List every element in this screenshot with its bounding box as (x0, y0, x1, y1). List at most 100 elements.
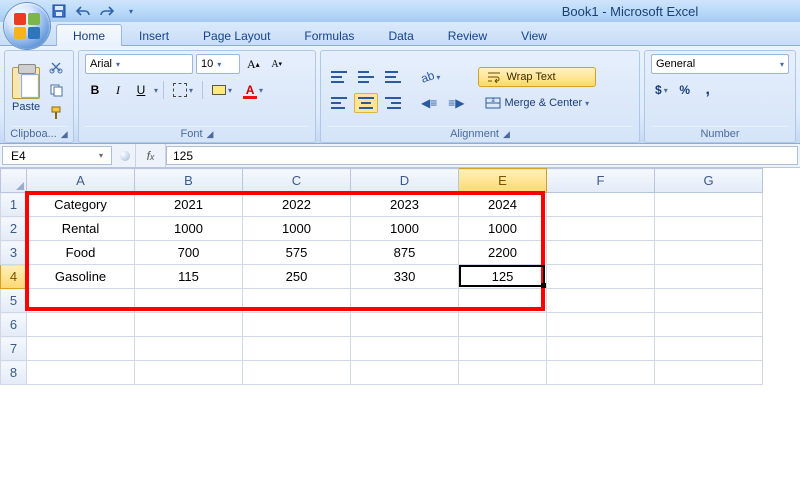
paste-button[interactable]: Paste (11, 55, 41, 125)
row-header-5[interactable]: 5 (1, 289, 27, 313)
cell-A3[interactable]: Food (27, 241, 135, 265)
cell-D1[interactable]: 2023 (351, 193, 459, 217)
cell-E2[interactable]: 1000 (459, 217, 547, 241)
undo-button[interactable] (74, 2, 92, 20)
column-header-A[interactable]: A (27, 169, 135, 193)
currency-button[interactable]: $▾ (651, 80, 672, 100)
save-button[interactable] (50, 2, 68, 20)
cell-F4[interactable] (547, 265, 655, 289)
cell-E8[interactable] (459, 361, 547, 385)
tab-data[interactable]: Data (371, 24, 430, 46)
cell-C4[interactable]: 250 (243, 265, 351, 289)
italic-button[interactable]: I (108, 80, 128, 100)
namebox-dropdown[interactable] (114, 144, 136, 167)
cell-C6[interactable] (243, 313, 351, 337)
align-center-button[interactable] (354, 93, 378, 113)
tab-view[interactable]: View (504, 24, 564, 46)
wrap-text-button[interactable]: Wrap Text (478, 67, 596, 87)
select-all-corner[interactable] (1, 169, 27, 193)
column-header-G[interactable]: G (655, 169, 763, 193)
number-format-selector[interactable]: General▾ (651, 54, 789, 74)
tab-formulas[interactable]: Formulas (287, 24, 371, 46)
cell-A6[interactable] (27, 313, 135, 337)
name-box[interactable]: E4 ▾ (2, 146, 112, 165)
merge-center-button[interactable]: a Merge & Center ▾ (478, 93, 596, 113)
column-header-B[interactable]: B (135, 169, 243, 193)
tab-page-layout[interactable]: Page Layout (186, 24, 287, 46)
font-color-button[interactable]: A▾ (239, 80, 267, 100)
redo-button[interactable] (98, 2, 116, 20)
cell-B5[interactable] (135, 289, 243, 313)
percent-button[interactable]: % (675, 80, 695, 100)
underline-button[interactable]: U (131, 80, 151, 100)
column-header-D[interactable]: D (351, 169, 459, 193)
align-top-button[interactable] (327, 67, 351, 87)
decrease-indent-button[interactable]: ◀≡ (417, 93, 441, 113)
tab-insert[interactable]: Insert (122, 24, 186, 46)
office-button[interactable] (4, 3, 50, 49)
cell-G6[interactable] (655, 313, 763, 337)
cell-G1[interactable] (655, 193, 763, 217)
cell-C8[interactable] (243, 361, 351, 385)
borders-button[interactable]: ▾ (169, 80, 197, 100)
cut-button[interactable] (45, 57, 67, 77)
cell-B1[interactable]: 2021 (135, 193, 243, 217)
shrink-font-button[interactable]: A▾ (267, 54, 287, 74)
align-bottom-button[interactable] (381, 67, 405, 87)
cell-E5[interactable] (459, 289, 547, 313)
font-size-selector[interactable]: 10▾ (196, 54, 240, 74)
cell-G3[interactable] (655, 241, 763, 265)
cell-D8[interactable] (351, 361, 459, 385)
cell-F5[interactable] (547, 289, 655, 313)
font-family-selector[interactable]: Arial▾ (85, 54, 193, 74)
cell-F8[interactable] (547, 361, 655, 385)
align-right-button[interactable] (381, 93, 405, 113)
alignment-dialog-launcher[interactable]: ◢ (503, 129, 510, 140)
cell-E1[interactable]: 2024 (459, 193, 547, 217)
tab-review[interactable]: Review (431, 24, 504, 46)
cell-G2[interactable] (655, 217, 763, 241)
cell-F1[interactable] (547, 193, 655, 217)
format-painter-button[interactable] (45, 103, 67, 123)
cell-F7[interactable] (547, 337, 655, 361)
cell-G4[interactable] (655, 265, 763, 289)
tab-home[interactable]: Home (56, 24, 122, 46)
row-header-4[interactable]: 4 (1, 265, 27, 289)
worksheet-grid[interactable]: ABCDEFG 1Category20212022202320242Rental… (0, 168, 800, 385)
row-header-2[interactable]: 2 (1, 217, 27, 241)
cell-B3[interactable]: 700 (135, 241, 243, 265)
cell-G5[interactable] (655, 289, 763, 313)
copy-button[interactable] (45, 80, 67, 100)
cell-F3[interactable] (547, 241, 655, 265)
qat-customize-button[interactable]: ▾ (122, 2, 140, 20)
align-middle-button[interactable] (354, 67, 378, 87)
font-dialog-launcher[interactable]: ◢ (207, 129, 214, 140)
cell-C5[interactable] (243, 289, 351, 313)
cell-A8[interactable] (27, 361, 135, 385)
column-header-F[interactable]: F (547, 169, 655, 193)
clipboard-dialog-launcher[interactable]: ◢ (61, 129, 68, 140)
cell-D4[interactable]: 330 (351, 265, 459, 289)
cell-C2[interactable]: 1000 (243, 217, 351, 241)
cell-E4[interactable]: 125 (459, 265, 547, 289)
cell-A7[interactable] (27, 337, 135, 361)
column-header-E[interactable]: E (459, 169, 547, 193)
cell-E7[interactable] (459, 337, 547, 361)
cell-G7[interactable] (655, 337, 763, 361)
cell-A4[interactable]: Gasoline (27, 265, 135, 289)
cell-A1[interactable]: Category (27, 193, 135, 217)
row-header-3[interactable]: 3 (1, 241, 27, 265)
fill-color-button[interactable]: ▾ (208, 80, 236, 100)
cell-D5[interactable] (351, 289, 459, 313)
cell-D2[interactable]: 1000 (351, 217, 459, 241)
cell-D6[interactable] (351, 313, 459, 337)
cell-F2[interactable] (547, 217, 655, 241)
cell-C3[interactable]: 575 (243, 241, 351, 265)
cell-B2[interactable]: 1000 (135, 217, 243, 241)
cell-B8[interactable] (135, 361, 243, 385)
cell-A2[interactable]: Rental (27, 217, 135, 241)
orientation-button[interactable]: ab▾ (417, 67, 444, 87)
row-header-1[interactable]: 1 (1, 193, 27, 217)
cell-A5[interactable] (27, 289, 135, 313)
cell-B7[interactable] (135, 337, 243, 361)
